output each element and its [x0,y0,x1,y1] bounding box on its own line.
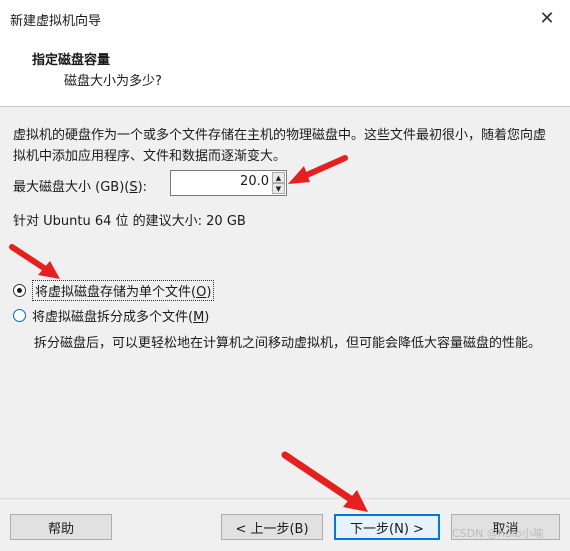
spin-up-icon[interactable]: ▲ [272,172,285,183]
radio-single-file-label: 将虚拟磁盘存储为单个文件(O) [32,280,215,301]
next-button[interactable]: 下一步(N) > [334,514,440,540]
title-bar: 新建虚拟机向导 ✕ [0,0,570,36]
close-icon[interactable]: ✕ [524,0,570,36]
split-description: 拆分磁盘后，可以更轻松地在计算机之间移动虚拟机，但可能会降低大容量磁盘的性能。 [34,336,542,351]
wizard-header: 指定磁盘容量 磁盘大小为多少? [0,36,570,107]
window-title: 新建虚拟机向导 [10,14,102,29]
watermark: CSDN @hulo小喻 [452,527,544,540]
help-button[interactable]: 帮助 [10,514,112,540]
arrow-to-single-file-option [9,244,60,279]
radio-unchecked-icon[interactable] [13,309,26,322]
page-title: 指定磁盘容量 [32,53,111,68]
disk-description: 虚拟机的硬盘作为一个或多个文件存储在主机的物理磁盘中。这些文件最初很小，随着您向… [13,128,547,164]
recommended-size: 针对 Ubuntu 64 位 的建议大小: 20 GB [13,214,246,229]
back-button[interactable]: < 上一步(B) [221,514,323,540]
arrow-to-next-button [281,451,368,512]
page-subtitle: 磁盘大小为多少? [64,74,162,89]
spin-down-icon[interactable]: ▼ [272,183,285,194]
radio-checked-icon[interactable] [13,284,26,297]
footer-divider [0,498,570,499]
radio-single-file[interactable]: 将虚拟磁盘存储为单个文件(O) [13,280,215,301]
disk-size-label: 最大磁盘大小 (GB)(S): [13,180,148,195]
disk-size-input[interactable]: 20.0 [171,174,269,189]
radio-split-files[interactable]: 将虚拟磁盘拆分成多个文件(M) [13,306,209,325]
radio-split-files-label: 将虚拟磁盘拆分成多个文件(M) [32,310,210,325]
disk-size-spinbox[interactable]: 20.0 ▲ ▼ [170,170,287,196]
